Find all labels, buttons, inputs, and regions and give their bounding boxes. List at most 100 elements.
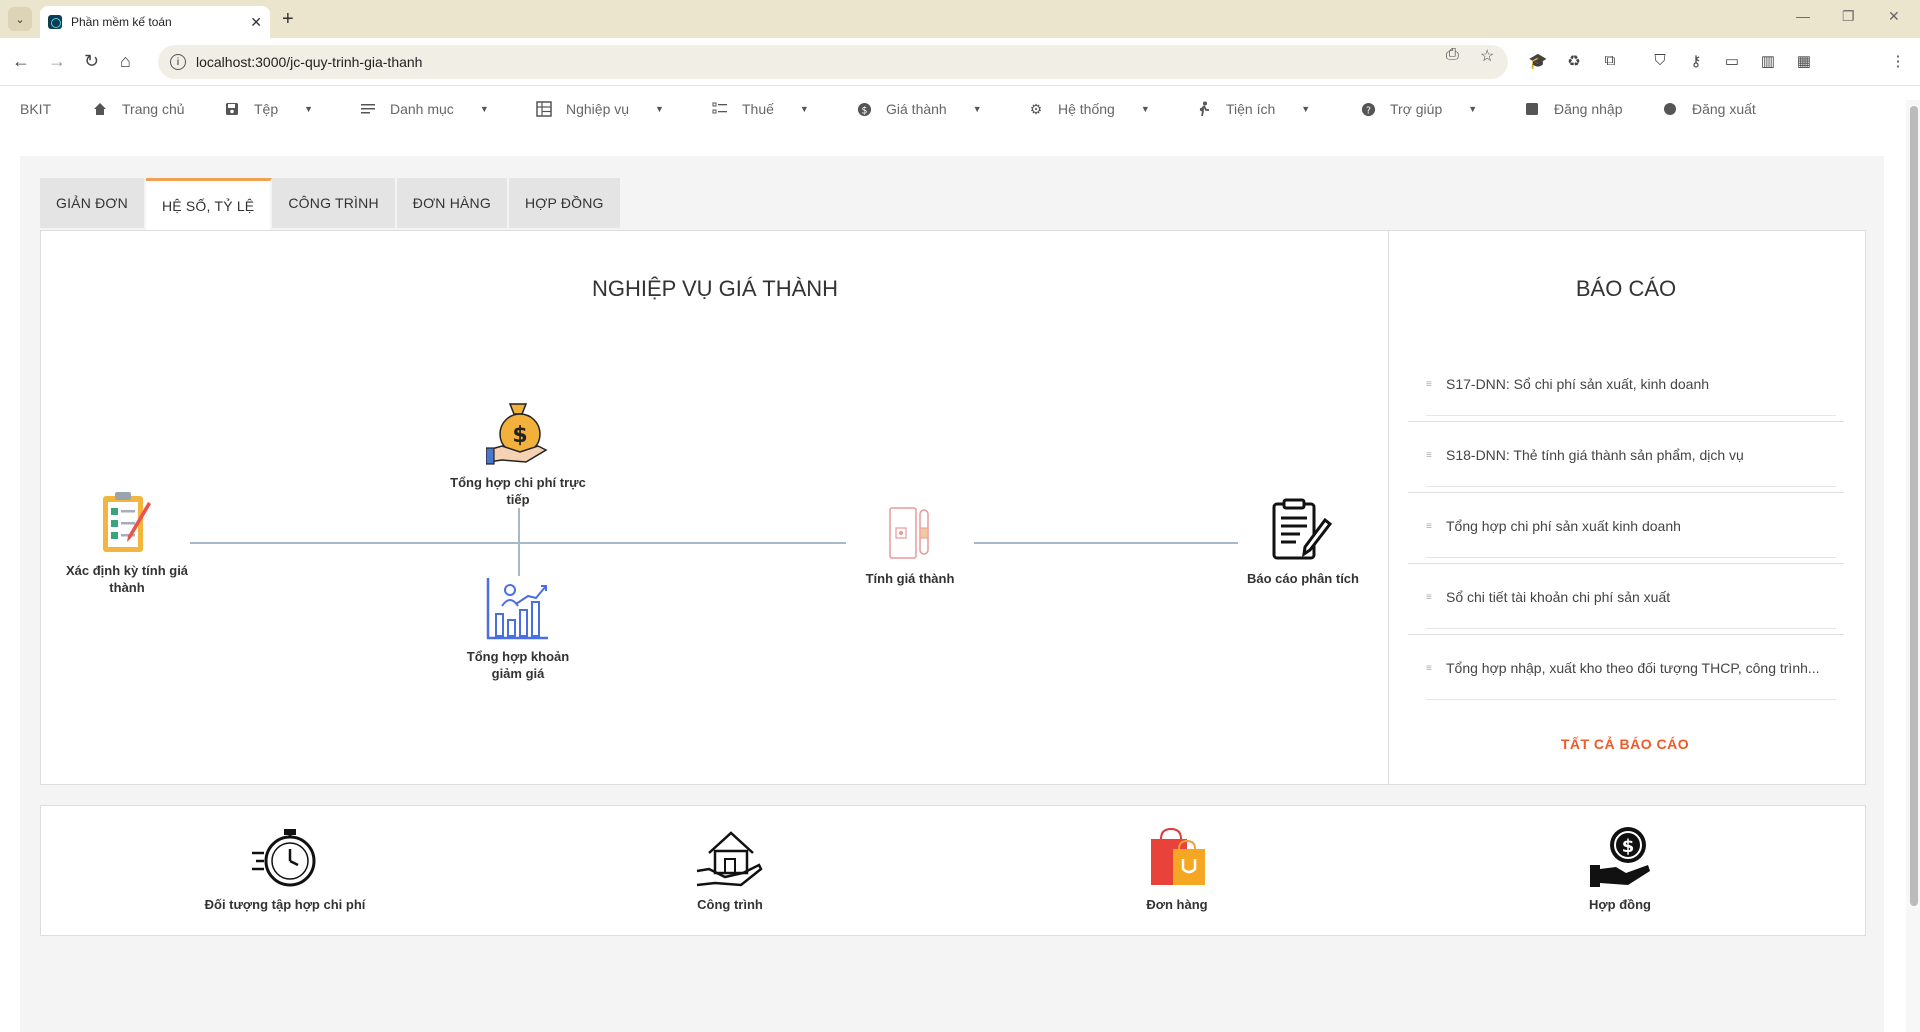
shortcut-hop-dong-label: Hợp đồng xyxy=(1589,897,1651,912)
report-item[interactable]: ≡ Tổng hợp chi phí sản xuất kinh doanh xyxy=(1426,494,1836,558)
node-direct-costs[interactable]: $ Tổng hợp chi phí trực tiếp xyxy=(448,400,588,508)
nav-item-nghiep-vu[interactable]: Nghiệp vụ ▼ xyxy=(536,101,664,117)
nav-item-danh-muc[interactable]: Danh mục ▼ xyxy=(360,101,489,117)
tab-hop-dong[interactable]: HỢP ĐỒNG xyxy=(508,178,622,228)
address-bar[interactable]: i localhost:3000/jc-quy-trinh-gia-thanh xyxy=(158,45,1508,79)
window-close-icon[interactable]: ✕ xyxy=(1888,8,1900,25)
bullet-icon: ≡ xyxy=(1426,378,1432,390)
nav-item-trang-chu[interactable]: Trang chủ xyxy=(92,101,185,117)
flow-line-report xyxy=(974,542,1238,544)
caret-down-icon: ▼ xyxy=(304,104,314,114)
home-icon xyxy=(92,101,108,117)
bullet-icon: ≡ xyxy=(1426,591,1432,603)
site-info-icon[interactable]: i xyxy=(170,54,186,70)
shortcut-cost-object[interactable]: Đối tượng tập hợp chi phí xyxy=(185,825,385,912)
back-arrow-icon[interactable]: ← xyxy=(12,51,30,72)
nav-item-dang-nhap[interactable]: Đăng nhập xyxy=(1524,101,1623,117)
svg-text:$: $ xyxy=(512,423,527,448)
nav-item-tro-giup[interactable]: ? Trợ giúp ▼ xyxy=(1360,101,1477,117)
browser-tab-title: Phần mềm kế toán xyxy=(71,15,172,29)
forward-arrow-icon[interactable]: → xyxy=(48,51,66,72)
caret-down-icon: ▼ xyxy=(1468,104,1478,114)
shortcut-don-hang[interactable]: Đơn hàng xyxy=(1097,825,1257,912)
bullet-icon: ≡ xyxy=(1426,520,1432,532)
tab-gian-don[interactable]: GIẢN ĐƠN xyxy=(40,178,146,228)
report-item[interactable]: ≡ Sổ chi tiết tài khoản chi phí sản xuất xyxy=(1426,565,1836,629)
reload-icon[interactable]: ↻ xyxy=(84,51,99,72)
caret-down-icon: ▼ xyxy=(1140,104,1150,114)
tab-he-so-ty-le[interactable]: HỆ SỐ, TỶ LỆ xyxy=(145,178,273,230)
new-tab-plus-icon[interactable]: + xyxy=(282,8,294,31)
node-analysis-report-label: Báo cáo phân tích xyxy=(1247,571,1359,586)
tab-search-chevron-icon[interactable]: ⌄ xyxy=(8,7,32,31)
browser-toolbar: ← → ↻ ⌂ i localhost:3000/jc-quy-trinh-gi… xyxy=(0,38,1920,112)
report-item[interactable]: ≡ Tổng hợp nhập, xuất kho theo đối tượng… xyxy=(1426,636,1836,700)
checklist-icon xyxy=(712,101,728,117)
svg-text:?: ? xyxy=(1366,105,1371,116)
install-app-icon[interactable]: ⎙ xyxy=(1446,46,1459,64)
caret-down-icon: ▼ xyxy=(972,104,982,114)
minimize-icon[interactable]: — xyxy=(1796,8,1810,24)
nav-item-tep[interactable]: Tệp ▼ xyxy=(224,101,313,117)
report-item[interactable]: ≡ S18-DNN: Thẻ tính giá thành sản phẩm, … xyxy=(1426,423,1836,487)
node-define-period-label: Xác định kỳ tính giá thành xyxy=(65,563,189,595)
reading-list-icon[interactable]: ▥ xyxy=(1758,52,1778,72)
nav-item-he-thong[interactable]: ⚙ Hệ thống ▼ xyxy=(1028,100,1150,118)
extension-graduation-icon[interactable]: 🎓 xyxy=(1528,52,1548,72)
svg-text:$: $ xyxy=(1622,836,1635,857)
gear-icon: ⚙ xyxy=(1029,100,1043,117)
extensions-puzzle-icon[interactable]: ⧉ xyxy=(1600,52,1620,72)
shortcut-hop-dong[interactable]: $ Hợp đồng xyxy=(1540,825,1700,912)
running-icon xyxy=(1196,101,1212,117)
shortcut-don-hang-label: Đơn hàng xyxy=(1146,897,1208,912)
react-favicon-icon xyxy=(48,15,62,29)
process-title: NGHIỆP VỤ GIÁ THÀNH xyxy=(591,276,839,301)
password-key-icon[interactable]: ⚷ xyxy=(1686,52,1706,72)
app-navbar: BKIT Trang chủ Tệp ▼ Danh mục ▼ Nghiệp v… xyxy=(0,87,1920,131)
report-separator xyxy=(1408,563,1844,564)
node-compute-cost[interactable]: Tính giá thành xyxy=(858,506,962,587)
bookmark-star-icon[interactable]: ☆ xyxy=(1480,46,1494,66)
process-tabs: GIẢN ĐƠN HỆ SỐ, TỶ LỆ CÔNG TRÌNH ĐƠN HÀN… xyxy=(40,178,622,230)
node-analysis-report[interactable]: Báo cáo phân tích xyxy=(1238,498,1368,587)
node-compute-cost-label: Tính giá thành xyxy=(865,571,955,586)
logout-icon xyxy=(1662,101,1678,117)
node-discounts-label: Tổng hợp khoản giảm giá xyxy=(466,649,570,681)
money-bag-hand-icon: $ xyxy=(486,403,548,465)
restore-icon[interactable]: ❐ xyxy=(1842,8,1855,25)
page-scrollbar-thumb[interactable] xyxy=(1910,106,1918,906)
browser-tabstrip: ⌄ Phần mềm kế toán ✕ + — ❐ ✕ xyxy=(0,0,1920,38)
nav-item-gia-thanh[interactable]: $ Giá thành ▼ xyxy=(856,101,982,117)
nav-item-thue[interactable]: Thuế ▼ xyxy=(712,101,809,117)
tab-don-hang[interactable]: ĐƠN HÀNG xyxy=(396,178,509,228)
shortcut-cong-trinh[interactable]: Công trình xyxy=(650,825,810,912)
payment-card-icon[interactable]: ▭ xyxy=(1722,52,1742,72)
caret-down-icon: ▼ xyxy=(655,104,664,114)
menu-kebab-icon[interactable]: ⋮ xyxy=(1888,52,1908,72)
coin-hand-icon: $ xyxy=(1590,827,1650,887)
browser-tab[interactable]: Phần mềm kế toán ✕ xyxy=(40,6,270,38)
caret-down-icon: ▼ xyxy=(799,104,809,114)
caret-down-icon: ▼ xyxy=(479,104,489,114)
report-item[interactable]: ≡ S17-DNN: Sổ chi phí sản xuất, kinh doa… xyxy=(1426,352,1836,416)
side-panel-icon[interactable]: ▦ xyxy=(1794,52,1814,72)
clipboard-edit-icon xyxy=(1272,498,1333,560)
stopwatch-icon xyxy=(252,829,316,887)
all-reports-link[interactable]: TẤT CẢ BÁO CÁO xyxy=(1500,736,1750,752)
tab-cong-trinh[interactable]: CÔNG TRÌNH xyxy=(272,178,397,228)
bullet-icon: ≡ xyxy=(1426,449,1432,461)
list-icon xyxy=(360,101,376,117)
panel-divider xyxy=(1388,230,1389,785)
nav-item-tien-ich[interactable]: Tiện ích ▼ xyxy=(1196,101,1310,117)
home-icon[interactable]: ⌂ xyxy=(120,51,131,72)
nav-item-dang-xuat[interactable]: Đăng xuất xyxy=(1662,101,1756,117)
close-icon[interactable]: ✕ xyxy=(250,14,262,31)
incognito-icon[interactable]: ⛉ xyxy=(1650,52,1670,72)
shopping-bags-icon xyxy=(1151,827,1205,885)
save-icon xyxy=(224,101,240,117)
node-define-period[interactable]: Xác định kỳ tính giá thành xyxy=(62,490,192,596)
extension-recycle-icon[interactable]: ♻ xyxy=(1564,52,1584,72)
flow-line-vertical xyxy=(518,508,520,576)
node-discounts[interactable]: Tổng hợp khoản giảm giá xyxy=(458,576,578,682)
brand-logo[interactable]: BKIT xyxy=(20,101,51,117)
